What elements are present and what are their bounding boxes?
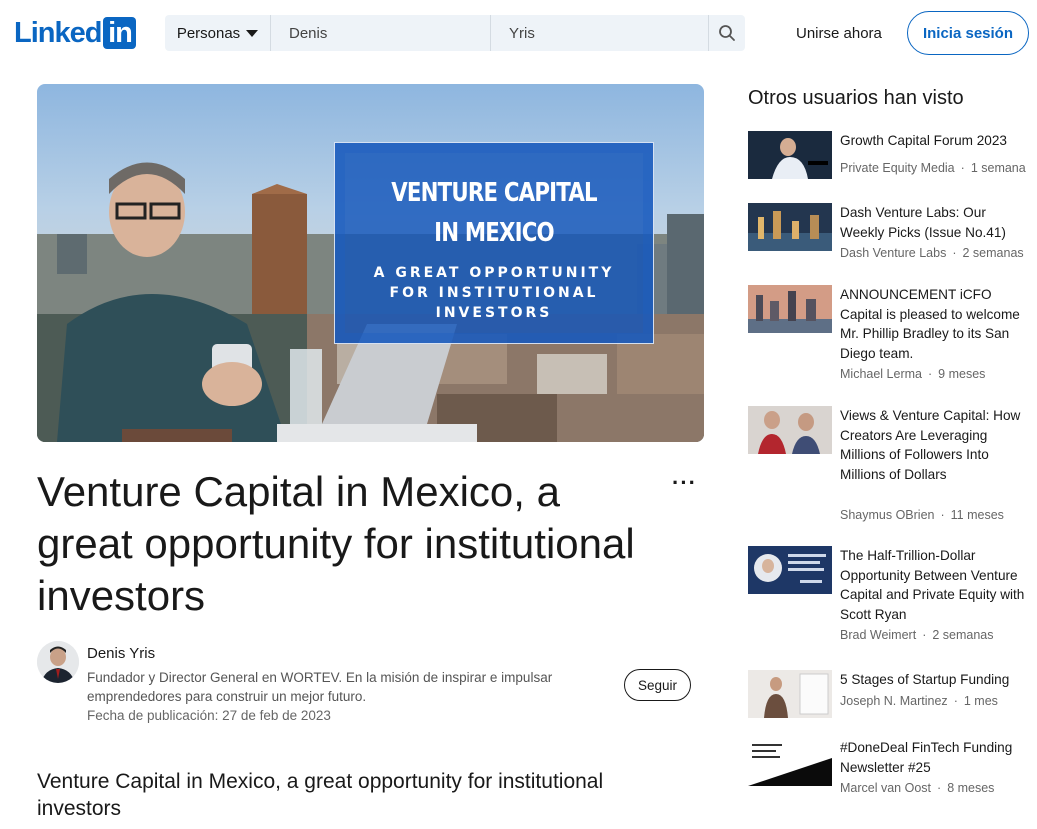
article-title: 5 Stages of Startup Funding <box>840 672 1010 687</box>
cover-title-line2: IN MEXICO <box>434 218 555 248</box>
article-author: Private Equity Media <box>840 161 955 175</box>
sidebar-heading: Otros usuarios han visto <box>748 87 964 109</box>
sign-in-button[interactable]: Inicia sesión <box>907 11 1029 55</box>
author-name[interactable]: Denis Yris <box>87 645 155 662</box>
article-title: Dash Venture Labs: Our Weekly Picks (Iss… <box>840 205 1006 240</box>
publication-date: Fecha de publicación: 27 de feb de 2023 <box>87 708 331 723</box>
article-age: 2 semanas <box>932 628 994 642</box>
search-button[interactable] <box>709 15 745 51</box>
article-age: 2 semanas <box>962 246 1024 260</box>
article-age: 9 meses <box>938 367 986 381</box>
article-meta: Dash Venture Labs · 2 semanas <box>840 246 1024 260</box>
article-age: 8 meses <box>947 781 995 795</box>
cover-subtitle: A GREAT OPPORTUNITY FOR INSTITUTIONAL IN… <box>373 265 615 321</box>
more-options-button[interactable]: ··· <box>672 470 697 496</box>
article-title: The Half-Trillion-Dollar Opportunity Bet… <box>840 548 1025 622</box>
first-name-input[interactable] <box>271 15 491 51</box>
author-photo <box>37 641 79 683</box>
article-meta: Brad Weimert · 2 semanas <box>840 628 994 642</box>
article-meta: Michael Lerma · 9 meses <box>840 367 986 381</box>
article-meta: Joseph N. Martinez · 1 mes <box>840 694 998 708</box>
cover-title-line1: VENTURE CAPITAL <box>391 178 597 208</box>
article-title: Views & Venture Capital: How Creators Ar… <box>840 408 1021 482</box>
article-thumbnail <box>748 285 832 333</box>
article-age: 1 semana <box>970 161 1026 175</box>
follow-button[interactable]: Seguir <box>624 669 691 701</box>
article-title: Venture Capital in Mexico, a great oppor… <box>37 468 635 619</box>
article-title: ANNOUNCEMENT iCFO Capital is pleased to … <box>840 287 1020 361</box>
article-meta: Private Equity Media · 1 semana <box>840 161 1026 175</box>
last-name-input[interactable] <box>491 15 709 51</box>
author-headline: Fundador y Director General en WORTEV. E… <box>87 670 553 704</box>
logo-box: in <box>103 17 137 49</box>
caret-down-icon <box>246 29 259 37</box>
article-thumbnail <box>748 670 832 718</box>
article-cover-image: VENTURE CAPITAL IN MEXICO A GREAT OPPORT… <box>37 84 704 442</box>
article-author: Michael Lerma <box>840 367 922 381</box>
article-meta: Marcel van Oost · 8 meses <box>840 781 995 795</box>
cover-title-box: VENTURE CAPITAL IN MEXICO A GREAT OPPORT… <box>334 142 654 344</box>
search-category-label: Personas <box>176 24 241 42</box>
author-avatar[interactable] <box>37 641 79 683</box>
top-header: Linked in Personas Unirse ahora Inicia s… <box>0 0 1037 68</box>
article-author: Shaymus OBrien <box>840 508 935 522</box>
article-age: 1 mes <box>963 694 998 708</box>
join-now-link[interactable]: Unirse ahora <box>796 25 882 42</box>
search-icon <box>719 25 735 41</box>
article-author: Joseph N. Martinez <box>840 694 948 708</box>
article-author: Brad Weimert <box>840 628 917 642</box>
article-author: Dash Venture Labs <box>840 246 947 260</box>
article-thumbnail <box>748 546 832 594</box>
article-author: Marcel van Oost <box>840 781 932 795</box>
article-subheading: Venture Capital in Mexico, a great oppor… <box>37 770 604 820</box>
article-meta: Shaymus OBrien · 11 meses <box>840 508 1004 522</box>
article-thumbnail <box>748 131 832 179</box>
article-age: 11 meses <box>950 508 1004 522</box>
article-thumbnail <box>748 406 832 454</box>
cover-title: VENTURE CAPITAL IN MEXICO <box>364 173 625 253</box>
linkedin-logo[interactable]: Linked in <box>14 17 137 49</box>
article-title: #DoneDeal FinTech Funding Newsletter #25 <box>840 740 1013 775</box>
article-title: Growth Capital Forum 2023 <box>840 133 1007 148</box>
article-thumbnail <box>748 738 832 786</box>
logo-wordmark: Linked <box>14 17 102 49</box>
search-category-dropdown[interactable]: Personas <box>165 15 271 51</box>
people-search-bar: Personas <box>165 15 745 51</box>
article-thumbnail <box>748 203 832 251</box>
